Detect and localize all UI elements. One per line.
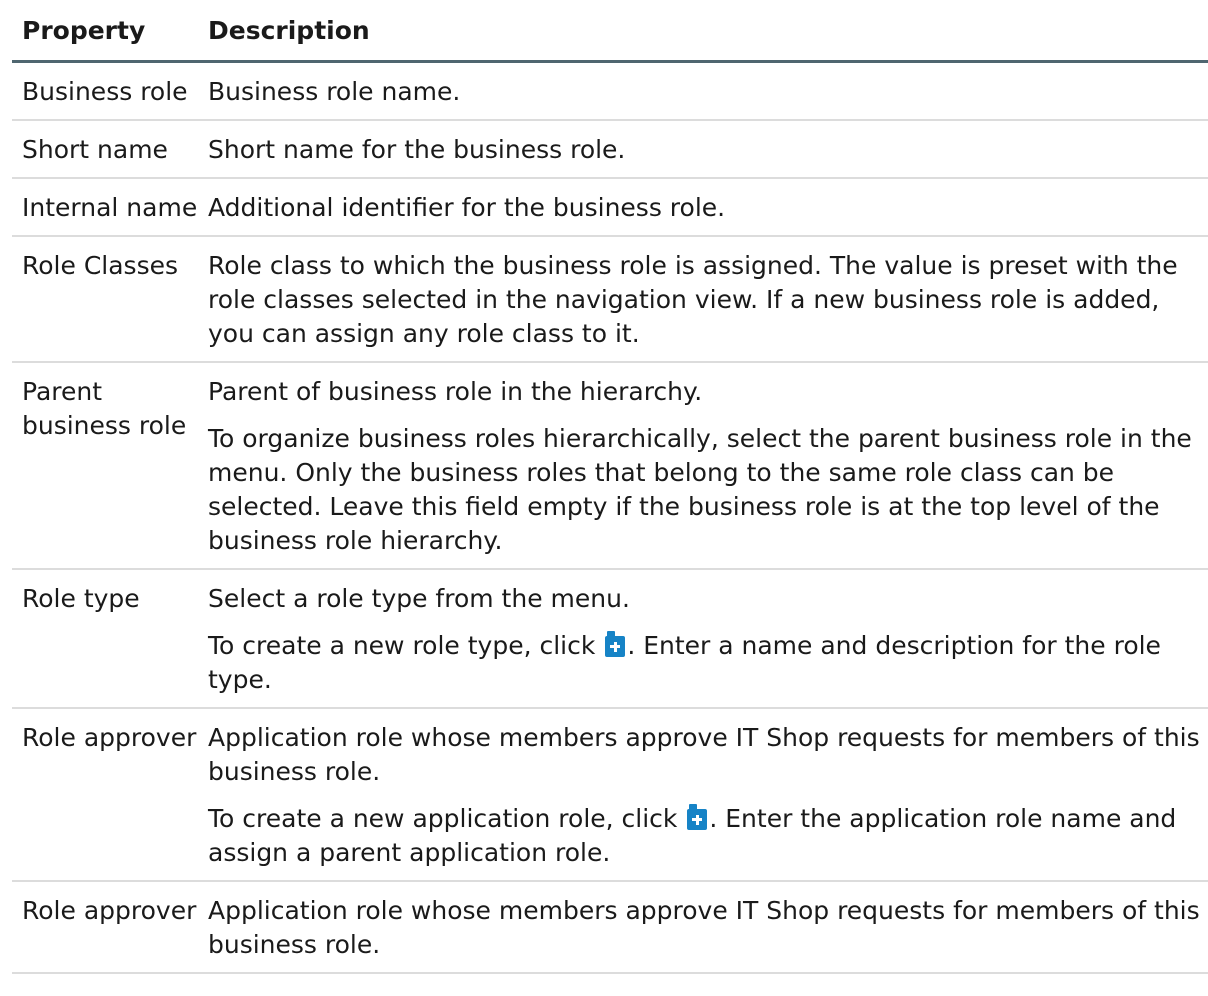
add-document-icon [605, 631, 626, 657]
description-paragraph: To create a new role type, click . Enter… [208, 629, 1208, 697]
table-header-row: Property Description [12, 0, 1208, 63]
description-paragraph: Select a role type from the menu. [208, 582, 1208, 616]
table-row: Business role Business role name. [12, 61, 1208, 121]
add-document-icon [687, 804, 708, 830]
description-text: To organize business roles hierarchicall… [208, 424, 1192, 555]
property-cell: Parent business role [12, 362, 198, 570]
table-row: Short name Short name for the business ro… [12, 120, 1208, 179]
description-paragraph: Parent of business role in the hierarchy… [208, 375, 1208, 409]
property-table: Property Description Business role Busine… [12, 0, 1208, 974]
description-cell: Select a role type from the menu. To crea… [198, 569, 1208, 709]
property-cell: Role approver [12, 881, 198, 974]
table-row: Internal name Additional identifier for t… [12, 178, 1208, 237]
property-cell: Role approver [12, 708, 198, 882]
description-cell: Application role whose members approve I… [198, 708, 1208, 882]
table-row: Role type Select a role type from the men… [12, 569, 1208, 709]
description-text: Short name for the business role. [208, 135, 626, 164]
description-paragraph: Short name for the business role. [208, 133, 1208, 167]
table-row: Role Classes Role class to which the busi… [12, 236, 1208, 363]
description-paragraph: Business role name. [208, 75, 1208, 109]
description-paragraph: Application role whose members approve I… [208, 721, 1208, 789]
table-row: Role approver Application role whose memb… [12, 881, 1208, 974]
description-text: Parent of business role in the hierarchy… [208, 377, 703, 406]
description-cell: Parent of business role in the hierarchy… [198, 362, 1208, 570]
description-text: Select a role type from the menu. [208, 584, 630, 613]
column-header-property: Property [12, 0, 198, 63]
description-text: Business role name. [208, 77, 461, 106]
description-paragraph: To create a new application role, click … [208, 802, 1208, 870]
description-paragraph: To organize business roles hierarchicall… [208, 422, 1208, 558]
description-text: Additional identifier for the business r… [208, 193, 726, 222]
description-text: Role class to which the business role is… [208, 251, 1178, 348]
table-body: Business role Business role name. Short na… [12, 61, 1208, 974]
description-cell: Role class to which the business role is… [198, 236, 1208, 363]
description-text: To create a new role type, click [208, 631, 604, 660]
description-text: Application role whose members approve I… [208, 723, 1200, 786]
description-text: Application role whose members approve I… [208, 896, 1200, 959]
description-cell: Short name for the business role. [198, 120, 1208, 179]
column-header-description: Description [198, 0, 1208, 63]
property-cell: Role type [12, 569, 198, 709]
description-text: To create a new application role, click [208, 804, 686, 833]
property-cell: Business role [12, 61, 198, 121]
property-cell: Role Classes [12, 236, 198, 363]
description-cell: Business role name. [198, 61, 1208, 121]
property-table-container: Property Description Business role Busine… [12, 0, 1208, 974]
description-paragraph: Application role whose members approve I… [208, 894, 1208, 962]
property-cell: Short name [12, 120, 198, 179]
table-row: Parent business role Parent of business r… [12, 362, 1208, 570]
description-cell: Application role whose members approve I… [198, 881, 1208, 974]
description-paragraph: Additional identifier for the business r… [208, 191, 1208, 225]
description-cell: Additional identifier for the business r… [198, 178, 1208, 237]
table-row: Role approver Application role whose memb… [12, 708, 1208, 882]
property-cell: Internal name [12, 178, 198, 237]
description-paragraph: Role class to which the business role is… [208, 249, 1208, 351]
